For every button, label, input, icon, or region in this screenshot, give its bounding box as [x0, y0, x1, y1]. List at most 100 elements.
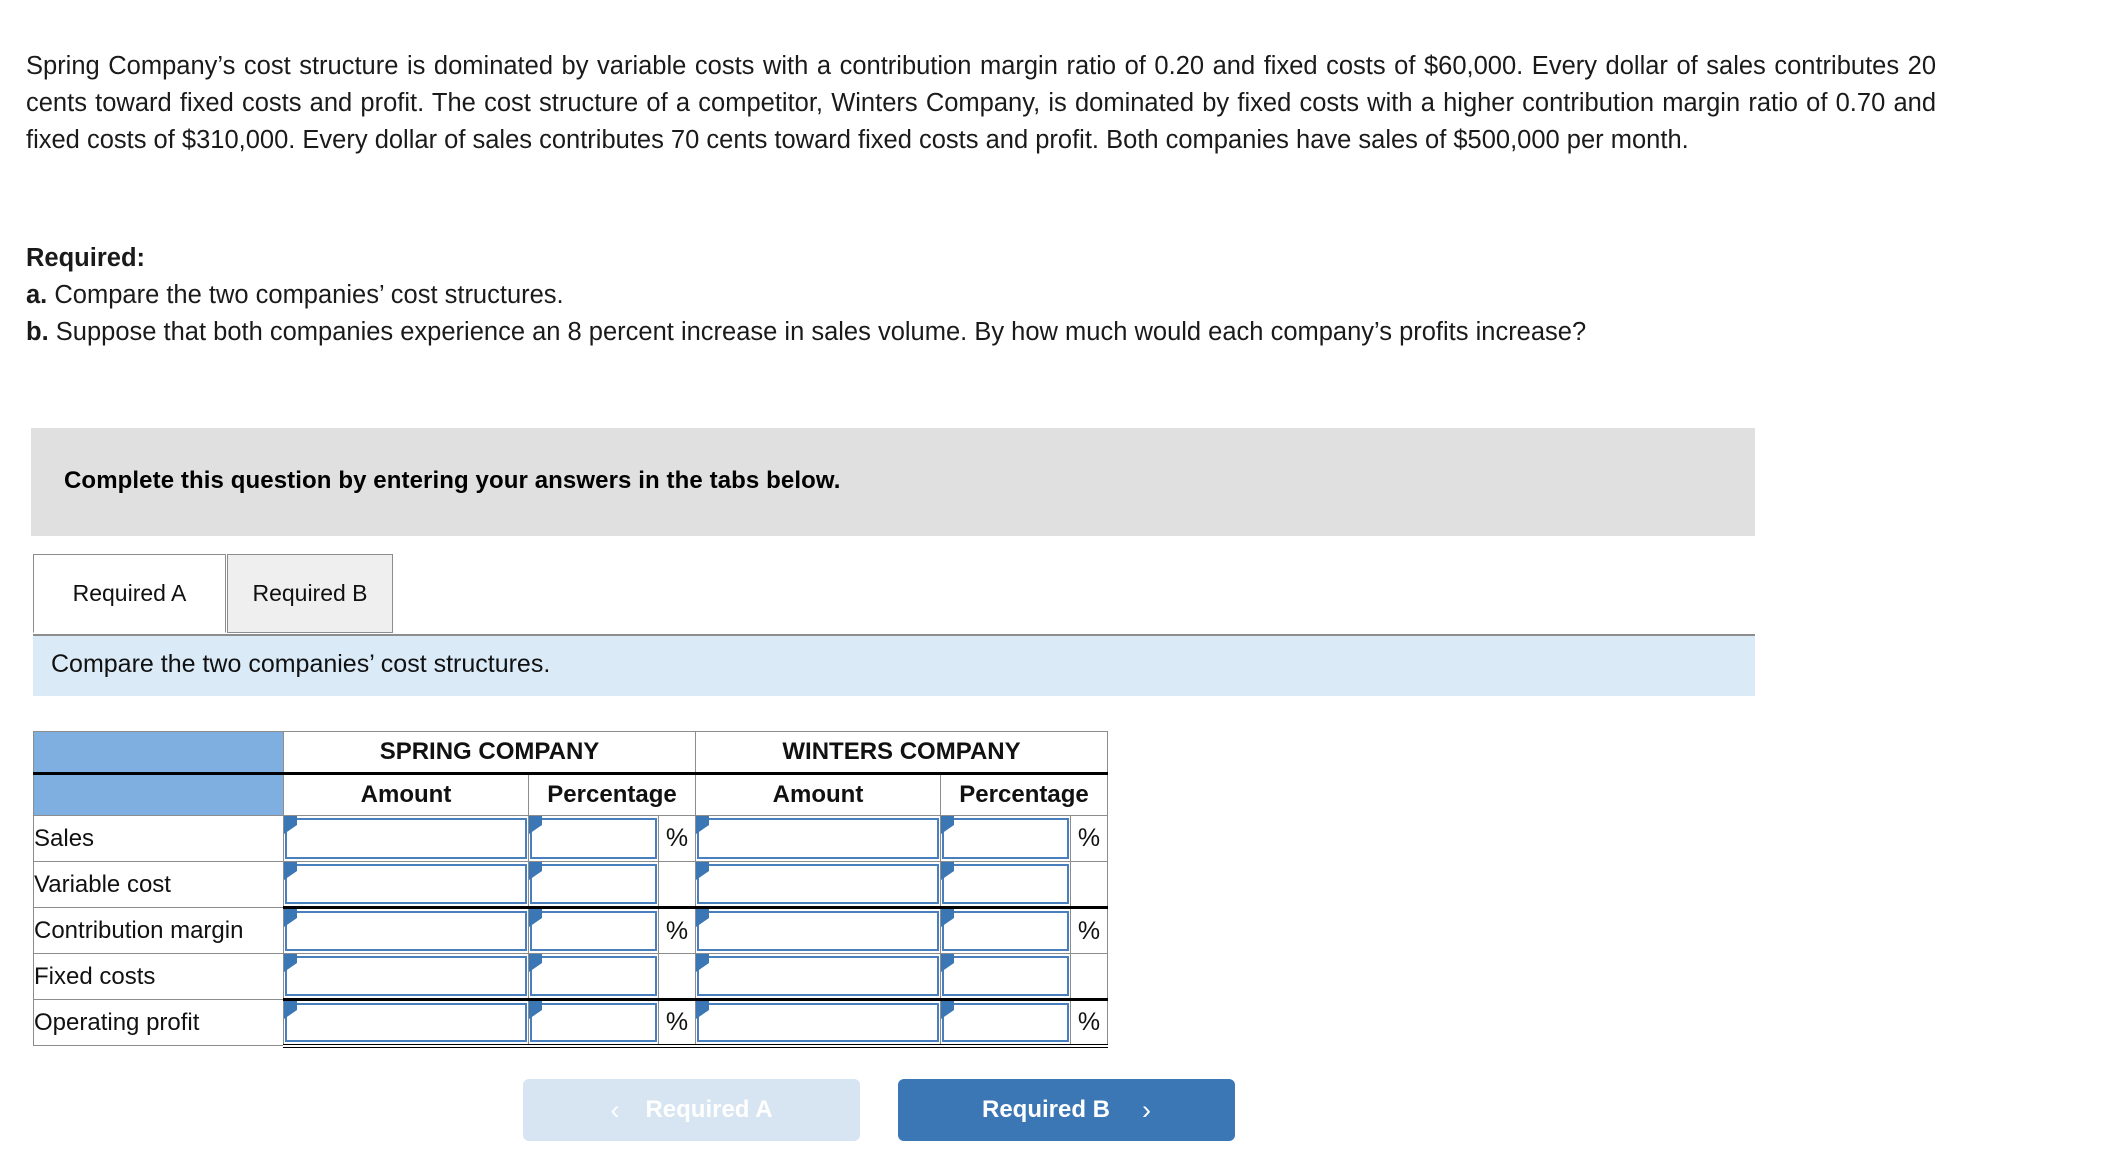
sub-header-winters-amount: Amount [695, 773, 941, 816]
required-item-b: b. Suppose that both companies experienc… [26, 314, 1936, 351]
dropdown-marker-icon [284, 862, 297, 880]
dropdown-marker-icon [941, 954, 954, 972]
instruction-banner: Complete this question by entering your … [31, 428, 1755, 536]
dropdown-marker-icon [529, 862, 542, 880]
chevron-right-icon: › [1142, 1094, 1151, 1125]
previous-button-label: Required A [645, 1096, 773, 1123]
input-field[interactable] [530, 818, 657, 859]
required-item-a: a. Compare the two companies’ cost struc… [26, 277, 1936, 314]
input-variable-cost-winters-percentage[interactable] [940, 861, 1071, 909]
input-sales-winters-percentage[interactable] [940, 815, 1071, 862]
cost-structure-answer-table: SPRING COMPANY WINTERS COMPANY Amount Pe… [33, 731, 1108, 1048]
input-operating-profit-winters-amount[interactable] [695, 999, 941, 1048]
percent-symbol-operating-profit-winters: % [1070, 999, 1108, 1048]
input-fixed-costs-winters-percentage[interactable] [940, 953, 1071, 1001]
sub-instruction-bar: Compare the two companies’ cost structur… [33, 634, 1755, 696]
table-row: Fixed costs [33, 953, 1108, 1001]
input-field[interactable] [697, 1003, 939, 1042]
percent-symbol-contribution-margin-winters: % [1070, 907, 1108, 954]
input-field[interactable] [942, 956, 1069, 996]
tab-required-a-label: Required A [72, 580, 187, 606]
input-contribution-margin-winters-percentage[interactable] [940, 907, 1071, 954]
group-header-blank [33, 731, 284, 775]
dropdown-marker-icon [284, 954, 297, 972]
input-fixed-costs-spring-percentage[interactable] [528, 953, 659, 1001]
tab-required-a[interactable]: Required A [33, 554, 226, 633]
table-row: Contribution margin % % [33, 907, 1108, 954]
percent-symbol-operating-profit-spring: % [658, 999, 696, 1048]
sub-header-spring-percentage: Percentage [528, 773, 696, 816]
row-label-sales: Sales [33, 815, 284, 862]
required-item-a-text: Compare the two companies’ cost structur… [54, 281, 564, 309]
input-field[interactable] [285, 818, 527, 859]
input-field[interactable] [285, 864, 527, 904]
input-field[interactable] [942, 911, 1069, 951]
table-row: Variable cost [33, 861, 1108, 909]
dropdown-marker-icon [696, 862, 709, 880]
required-item-b-text: Suppose that both companies experience a… [55, 318, 1587, 346]
input-fixed-costs-winters-amount[interactable] [695, 953, 941, 1001]
input-variable-cost-spring-amount[interactable] [283, 861, 529, 909]
input-field[interactable] [530, 1003, 657, 1042]
group-header-spring-company: SPRING COMPANY [283, 731, 696, 775]
input-field[interactable] [697, 864, 939, 904]
dropdown-marker-icon [284, 1001, 297, 1019]
row-label-operating-profit: Operating profit [33, 999, 284, 1046]
tab-strip: Required A Required B [33, 554, 1755, 636]
input-field[interactable] [942, 1003, 1069, 1042]
sub-header-blank [33, 773, 284, 816]
row-label-fixed-costs: Fixed costs [33, 953, 284, 1000]
input-field[interactable] [697, 818, 939, 859]
next-button-label: Required B [981, 1096, 1110, 1123]
input-operating-profit-spring-percentage[interactable] [528, 999, 659, 1048]
dropdown-marker-icon [529, 909, 542, 927]
table-sub-header-row: Amount Percentage Amount Percentage [33, 773, 1108, 816]
input-field[interactable] [697, 911, 939, 951]
tab-required-b[interactable]: Required B [227, 554, 393, 633]
percent-symbol-fixed-costs-spring [658, 953, 696, 1001]
input-contribution-margin-spring-percentage[interactable] [528, 907, 659, 954]
input-field[interactable] [285, 1003, 527, 1042]
input-operating-profit-winters-percentage[interactable] [940, 999, 1071, 1048]
instruction-banner-text: Complete this question by entering your … [64, 467, 841, 494]
next-required-b-button[interactable]: Required B › [898, 1079, 1235, 1141]
input-field[interactable] [942, 818, 1069, 859]
input-sales-spring-percentage[interactable] [528, 815, 659, 862]
input-field[interactable] [530, 911, 657, 951]
dropdown-marker-icon [941, 862, 954, 880]
sub-header-winters-percentage: Percentage [940, 773, 1108, 816]
chevron-left-icon: ‹ [610, 1094, 620, 1125]
dropdown-marker-icon [696, 1001, 709, 1019]
input-contribution-margin-winters-amount[interactable] [695, 907, 941, 954]
input-field[interactable] [942, 864, 1069, 904]
tab-required-b-label: Required B [252, 580, 368, 606]
previous-required-a-button[interactable]: ‹ Required A [523, 1079, 860, 1141]
dropdown-marker-icon [941, 1001, 954, 1019]
percent-symbol-fixed-costs-winters [1070, 953, 1108, 1001]
input-variable-cost-winters-amount[interactable] [695, 861, 941, 909]
group-header-winters-company: WINTERS COMPANY [695, 731, 1108, 775]
input-field[interactable] [285, 956, 527, 996]
dropdown-marker-icon [696, 816, 709, 834]
dropdown-marker-icon [529, 816, 542, 834]
input-field[interactable] [530, 864, 657, 904]
table-group-header-row: SPRING COMPANY WINTERS COMPANY [33, 731, 1108, 775]
percent-symbol-sales-winters: % [1070, 815, 1108, 862]
input-sales-spring-amount[interactable] [283, 815, 529, 862]
required-item-a-letter: a. [26, 281, 48, 309]
input-field[interactable] [530, 956, 657, 996]
dropdown-marker-icon [284, 909, 297, 927]
percent-symbol-contribution-margin-spring: % [658, 907, 696, 954]
question-text-block: Spring Company’s cost structure is domin… [26, 48, 1936, 159]
required-item-b-letter: b. [26, 318, 49, 346]
input-variable-cost-spring-percentage[interactable] [528, 861, 659, 909]
input-sales-winters-amount[interactable] [695, 815, 941, 862]
input-operating-profit-spring-amount[interactable] [283, 999, 529, 1048]
dropdown-marker-icon [529, 1001, 542, 1019]
input-field[interactable] [697, 956, 939, 996]
required-heading: Required: [26, 244, 146, 272]
dropdown-marker-icon [941, 816, 954, 834]
input-fixed-costs-spring-amount[interactable] [283, 953, 529, 1001]
input-contribution-margin-spring-amount[interactable] [283, 907, 529, 954]
input-field[interactable] [285, 911, 527, 951]
